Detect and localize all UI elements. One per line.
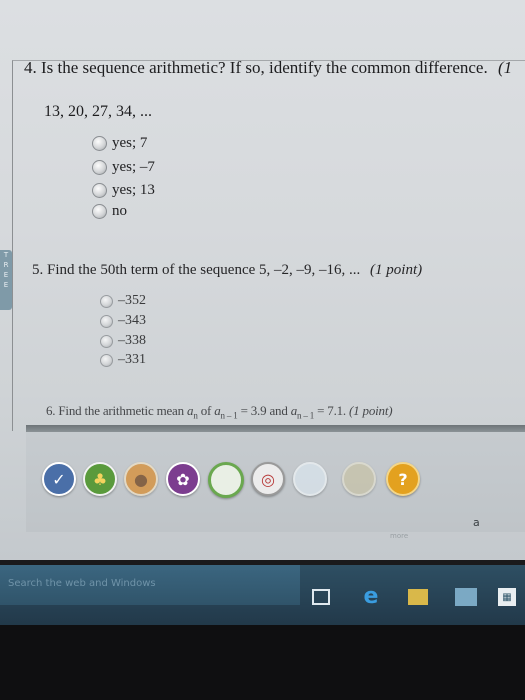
photos-icon[interactable] <box>455 588 477 606</box>
q5-option-2[interactable]: –343 <box>100 313 146 329</box>
radio-button[interactable] <box>100 353 113 367</box>
gutter-letter: R <box>3 261 9 269</box>
toolbar-divider <box>26 425 525 432</box>
gutter-letter: E <box>3 271 9 279</box>
radio-button[interactable] <box>100 334 113 348</box>
quiz-screen: T R E E 4. Is the sequence arithmetic? I… <box>0 0 525 560</box>
q5-option-1[interactable]: –352 <box>100 293 146 309</box>
gutter-letter: E <box>3 281 9 289</box>
corner-marker: a <box>473 516 480 529</box>
question-5-title: 5. Find the 50th term of the sequence 5,… <box>32 262 423 278</box>
folder-icon[interactable] <box>342 462 376 496</box>
taskbar-search-box[interactable]: Search the web and Windows <box>0 565 300 605</box>
taskbar: Search the web and Windows e ▦ <box>0 565 525 625</box>
leaf-icon[interactable]: ♣ <box>83 462 117 496</box>
more-link[interactable]: more <box>390 532 408 540</box>
help-icon[interactable]: ? <box>386 462 420 496</box>
edge-icon[interactable]: e <box>360 584 382 609</box>
question-4-points: (1 <box>497 58 513 77</box>
radio-button[interactable] <box>92 136 107 151</box>
target-icon[interactable]: ◎ <box>251 462 285 496</box>
q5-option-3[interactable]: –338 <box>100 333 146 349</box>
q4-option-2[interactable]: yes; –7 <box>92 159 155 176</box>
radio-button[interactable] <box>92 204 107 219</box>
q5-option-4[interactable]: –331 <box>100 352 146 368</box>
radio-button[interactable] <box>92 183 107 198</box>
explorer-icon[interactable] <box>408 589 428 605</box>
store-icon[interactable]: ▦ <box>498 588 516 606</box>
question-6-points: (1 point) <box>349 403 393 418</box>
question-4-title: 4. Is the sequence arithmetic? If so, id… <box>24 58 513 77</box>
gutter-letter: T <box>3 251 9 259</box>
check-icon[interactable]: ✓ <box>42 462 76 496</box>
radio-button[interactable] <box>92 160 107 175</box>
cloud-icon[interactable] <box>293 462 327 496</box>
q4-option-4[interactable]: no <box>92 203 127 220</box>
palette-icon[interactable]: ● <box>124 462 158 496</box>
ring-icon[interactable] <box>208 462 244 498</box>
device-bezel <box>0 625 525 700</box>
search-placeholder[interactable]: Search the web and Windows <box>8 578 156 589</box>
left-gutter-tab[interactable]: T R E E <box>0 250 12 310</box>
radio-button[interactable] <box>100 294 113 308</box>
star-badge-icon[interactable]: ✿ <box>166 462 200 496</box>
q4-option-3[interactable]: yes; 13 <box>92 182 155 199</box>
question-6-title: 6. Find the arithmetic mean an of an – 1… <box>46 403 393 421</box>
q4-option-1[interactable]: yes; 7 <box>92 135 147 152</box>
question-4-sequence: 13, 20, 27, 34, ... <box>44 103 152 120</box>
radio-button[interactable] <box>100 314 113 328</box>
question-5-points: (1 point) <box>370 262 423 278</box>
task-view-icon[interactable] <box>312 589 330 605</box>
